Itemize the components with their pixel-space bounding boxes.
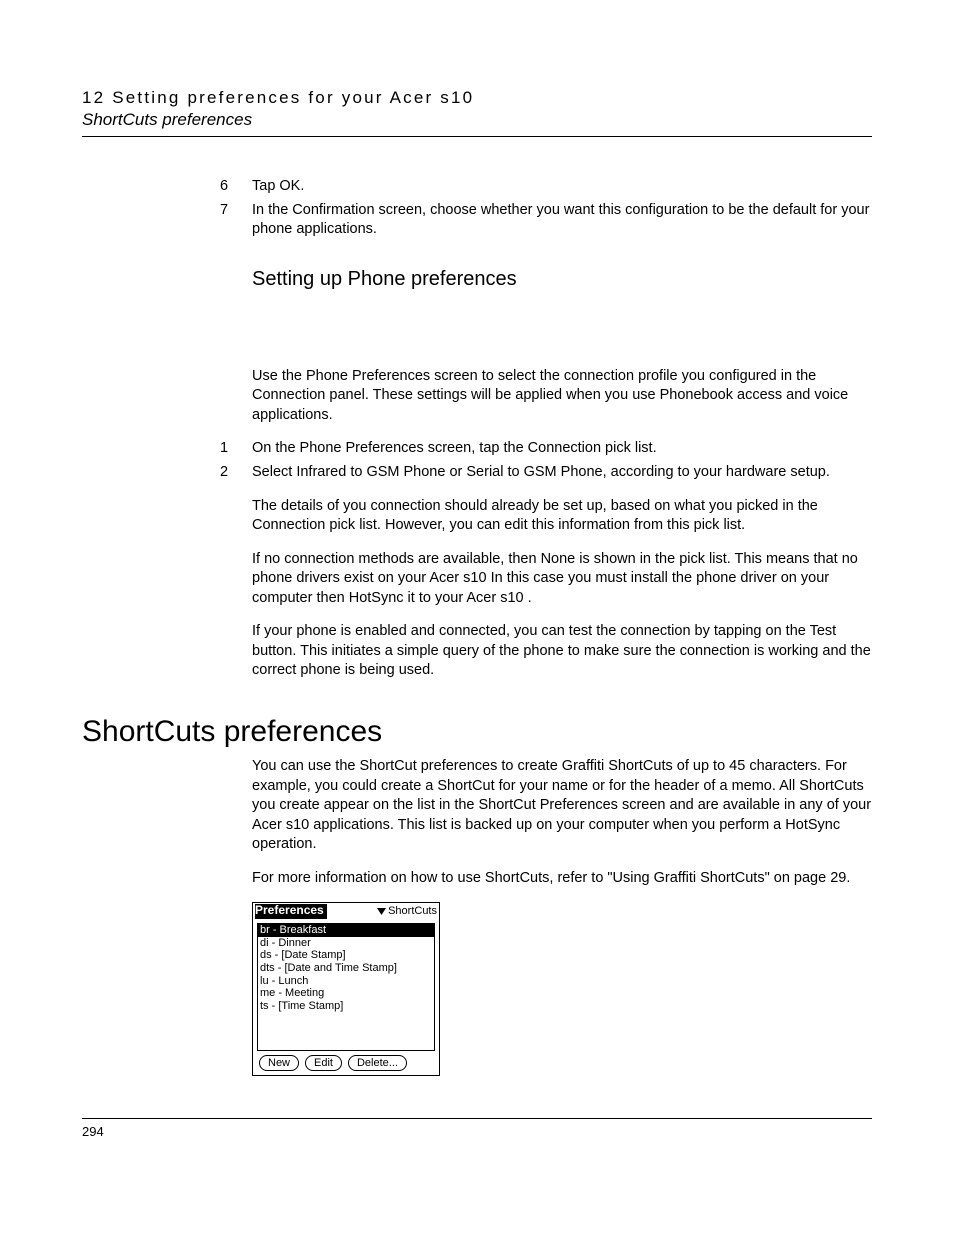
palm-button-row: New Edit Delete... xyxy=(253,1053,439,1075)
header-section: ShortCuts preferences xyxy=(82,110,872,130)
list-item[interactable]: br - Breakfast xyxy=(258,924,434,937)
step-text: In the Confirmation screen, choose wheth… xyxy=(252,201,872,240)
list-item[interactable]: me - Meeting xyxy=(258,987,434,1000)
step-text: Tap OK. xyxy=(252,177,872,197)
page-header: 12 Setting preferences for your Acer s10… xyxy=(82,88,872,137)
palm-shortcut-list[interactable]: br - Breakfast di - Dinner ds - [Date St… xyxy=(257,923,435,1051)
step-item: 2 Select Infrared to GSM Phone or Serial… xyxy=(252,463,872,483)
header-rule xyxy=(82,136,872,137)
paragraph: The details of you connection should alr… xyxy=(252,497,872,536)
list-item[interactable]: dts - [Date and Time Stamp] xyxy=(258,962,434,975)
palm-screenshot: Preferences ShortCuts br - Breakfast di … xyxy=(252,902,440,1076)
sub-heading: Setting up Phone preferences xyxy=(252,268,872,291)
palm-titlebar: Preferences ShortCuts xyxy=(253,903,439,921)
step-number: 7 xyxy=(220,201,252,240)
list-item[interactable]: lu - Lunch xyxy=(258,975,434,988)
step-item: 7 In the Confirmation screen, choose whe… xyxy=(252,201,872,240)
paragraph: For more information on how to use Short… xyxy=(252,869,872,889)
list-item[interactable]: di - Dinner xyxy=(258,937,434,950)
list-item[interactable]: ds - [Date Stamp] xyxy=(258,949,434,962)
step-number: 1 xyxy=(220,439,252,459)
content-body: 6 Tap OK. 7 In the Confirmation screen, … xyxy=(252,177,872,1076)
new-button[interactable]: New xyxy=(259,1055,299,1071)
palm-dropdown-label: ShortCuts xyxy=(388,905,437,918)
list-item[interactable]: ts - [Time Stamp] xyxy=(258,1000,434,1013)
step-text: On the Phone Preferences screen, tap the… xyxy=(252,439,872,459)
step-text: Select Infrared to GSM Phone or Serial t… xyxy=(252,463,872,483)
step-item: 1 On the Phone Preferences screen, tap t… xyxy=(252,439,872,459)
page-number: 294 xyxy=(82,1124,104,1139)
paragraph: Use the Phone Preferences screen to sele… xyxy=(252,367,872,426)
dropdown-triangle-icon xyxy=(377,908,386,915)
paragraph: If no connection methods are available, … xyxy=(252,550,872,609)
header-chapter: 12 Setting preferences for your Acer s10 xyxy=(82,88,872,108)
palm-category-dropdown[interactable]: ShortCuts xyxy=(377,905,437,918)
footer-rule xyxy=(82,1118,872,1119)
step-item: 6 Tap OK. xyxy=(252,177,872,197)
document-page: 12 Setting preferences for your Acer s10… xyxy=(0,0,954,1235)
paragraph: You can use the ShortCut preferences to … xyxy=(252,757,872,855)
delete-button[interactable]: Delete... xyxy=(348,1055,407,1071)
step-number: 2 xyxy=(220,463,252,483)
paragraph: If your phone is enabled and connected, … xyxy=(252,622,872,681)
main-heading: ShortCuts preferences xyxy=(82,715,872,749)
palm-title: Preferences xyxy=(255,904,327,919)
edit-button[interactable]: Edit xyxy=(305,1055,342,1071)
step-number: 6 xyxy=(220,177,252,197)
